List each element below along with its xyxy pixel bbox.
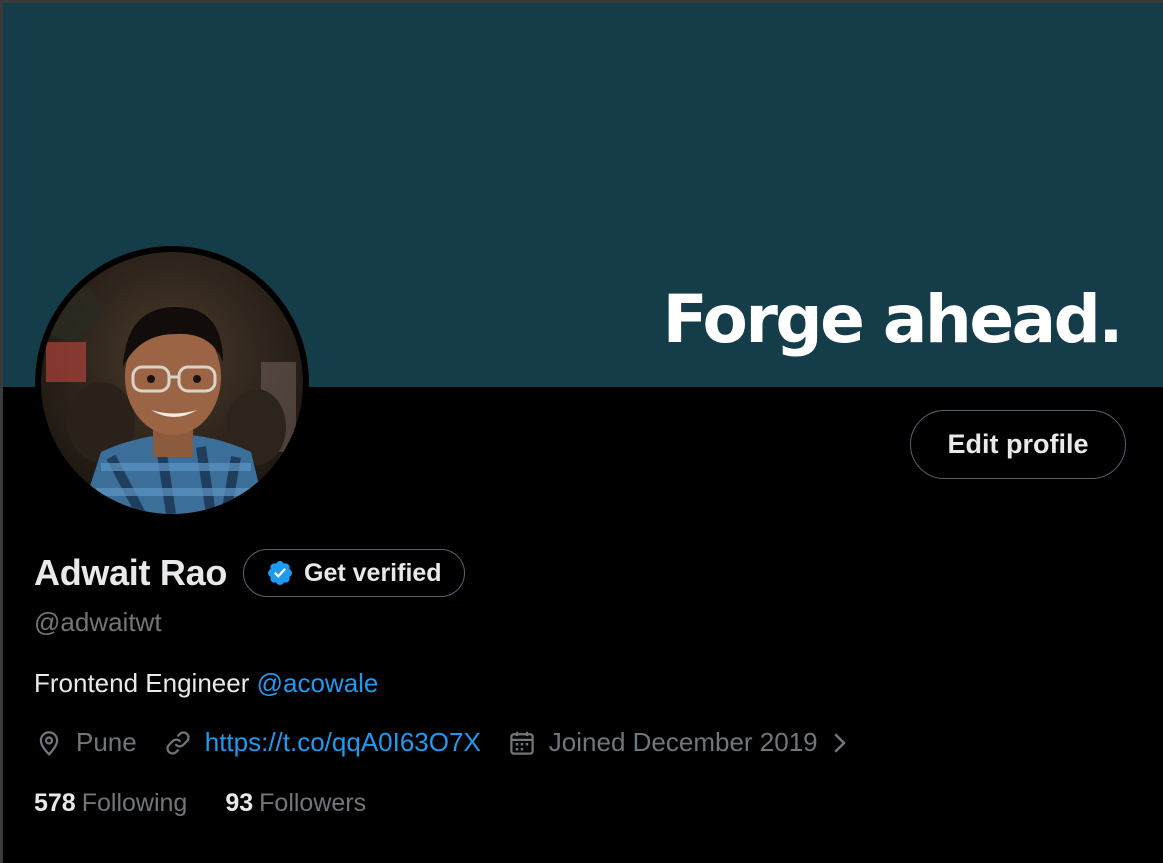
get-verified-label: Get verified bbox=[304, 558, 442, 587]
joined-text: Joined December 2019 bbox=[548, 727, 818, 757]
location-text: Pune bbox=[76, 727, 137, 757]
followers-label: Followers bbox=[259, 789, 367, 817]
following-label: Following bbox=[81, 789, 188, 817]
link-icon bbox=[166, 730, 190, 755]
banner-slogan: Forge ahead. bbox=[662, 281, 1124, 358]
bio: Frontend Engineer @acowale bbox=[34, 668, 378, 699]
location-item: Pune bbox=[34, 727, 137, 758]
following-link[interactable]: 578 Following bbox=[34, 789, 187, 818]
profile-page: Forge ahead. Edit profile Adwait Rao Get… bbox=[0, 0, 1163, 863]
edit-profile-button[interactable]: Edit profile bbox=[910, 410, 1126, 479]
bio-mention-link[interactable]: @acowale bbox=[257, 668, 379, 698]
joined-item[interactable]: Joined December 2019 bbox=[507, 727, 866, 758]
user-handle: @adwaitwt bbox=[34, 607, 162, 637]
avatar[interactable] bbox=[35, 246, 309, 520]
bio-text: Frontend Engineer bbox=[34, 668, 250, 698]
followers-count: 93 bbox=[225, 789, 254, 817]
name-row: Adwait Rao Get verified bbox=[34, 549, 465, 597]
verified-badge-icon bbox=[268, 561, 292, 585]
followers-link[interactable]: 93 Followers bbox=[225, 789, 366, 818]
website-item: https://t.co/qqA0I63O7X bbox=[163, 727, 481, 758]
chevron-right-icon[interactable] bbox=[824, 728, 854, 758]
avatar-photo bbox=[41, 252, 303, 514]
following-count: 578 bbox=[34, 789, 76, 817]
map-pin-icon bbox=[39, 730, 59, 756]
profile-meta: Pune https://t.co/qqA0I63O7X Joined Dece… bbox=[34, 727, 892, 758]
calendar-icon bbox=[510, 731, 534, 755]
display-name: Adwait Rao bbox=[34, 552, 228, 593]
get-verified-button[interactable]: Get verified bbox=[243, 549, 465, 597]
follow-stats: 578 Following 93 Followers bbox=[34, 789, 404, 818]
website-link[interactable]: https://t.co/qqA0I63O7X bbox=[205, 727, 481, 758]
